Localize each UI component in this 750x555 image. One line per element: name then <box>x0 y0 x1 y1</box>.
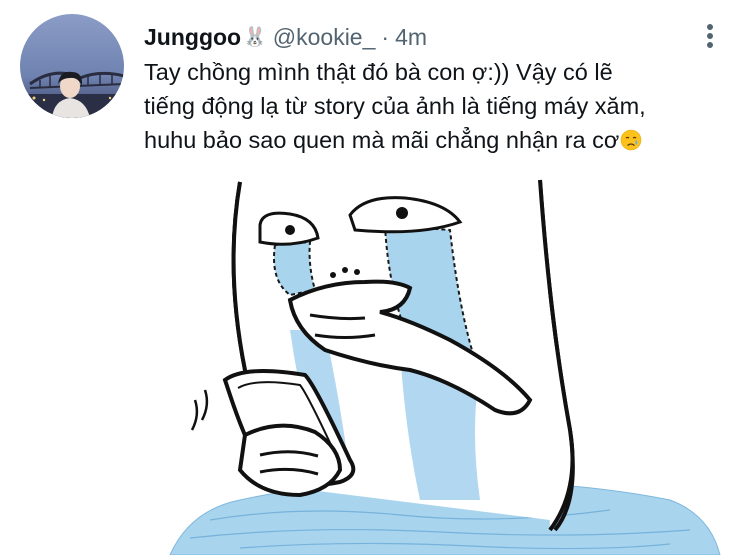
crying-face-icon <box>620 126 642 160</box>
avatar[interactable] <box>20 14 124 118</box>
crying-meme-drawing <box>169 179 721 555</box>
user-handle[interactable]: @kookie_ <box>273 24 376 51</box>
tweet-text-line: huhu bảo sao quen mà mãi chẳng nhận ra c… <box>144 123 714 160</box>
tweet-text: Tay chồng mình thật đó bà con ợ:)) Vậy c… <box>144 55 714 160</box>
tweet-text-line: Tay chồng mình thật đó bà con ợ:)) Vậy c… <box>144 59 613 85</box>
separator-dot: · <box>381 23 390 50</box>
tweet-text-line: tiếng động lạ từ story của ảnh là tiếng … <box>144 93 646 119</box>
more-options-icon <box>707 24 713 48</box>
more-options-button[interactable] <box>700 22 720 52</box>
tweet-card[interactable]: Junggoo 🐰 @kookie_ · 4m Tay chồng mình t… <box>0 0 750 555</box>
tweet-header: Junggoo 🐰 @kookie_ · 4m <box>144 20 690 54</box>
tweet-media-image[interactable] <box>150 170 730 555</box>
display-name[interactable]: Junggoo <box>144 24 241 51</box>
rabbit-emoji-icon: 🐰 <box>243 27 267 48</box>
avatar-photo <box>20 14 124 118</box>
timestamp[interactable]: 4m <box>395 24 427 51</box>
